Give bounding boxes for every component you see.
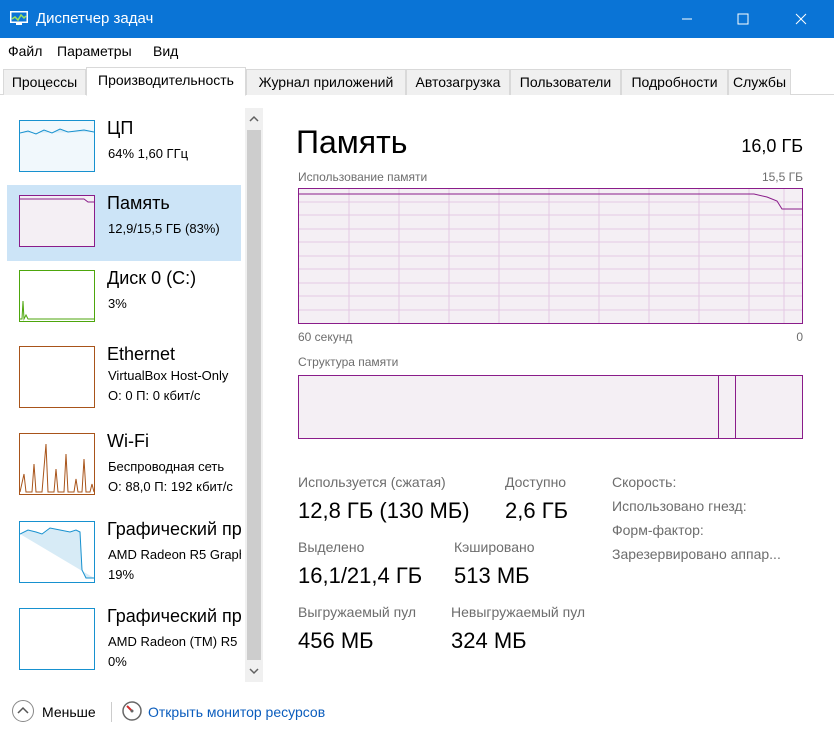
paged-pool-value: 456 МБ bbox=[298, 628, 374, 653]
tab-bar: Процессы Производительность Журнал прило… bbox=[0, 67, 834, 96]
form-factor-label: Форм-фактор: bbox=[612, 522, 704, 538]
wifi-thumbnail-graph bbox=[19, 433, 95, 495]
maximize-icon bbox=[737, 13, 749, 25]
cached-value: 513 МБ bbox=[454, 563, 530, 588]
footer-bar: Меньше Открыть монитор ресурсов bbox=[0, 690, 834, 742]
slots-label: Использовано гнезд: bbox=[612, 498, 747, 514]
committed-label: Выделено bbox=[298, 539, 365, 555]
in-use-value: 12,8 ГБ (130 МБ) bbox=[298, 498, 470, 523]
sidebar-item-memory[interactable]: Память 12,9/15,5 ГБ (83%) bbox=[7, 185, 241, 261]
sidebar-item-title: Память bbox=[107, 193, 170, 213]
memory-composition-bar bbox=[298, 375, 803, 439]
cpu-thumbnail-graph bbox=[19, 120, 95, 172]
scroll-up-button[interactable] bbox=[245, 110, 263, 128]
scrollbar-thumb[interactable] bbox=[247, 130, 261, 660]
tab-users[interactable]: Пользователи bbox=[510, 69, 621, 95]
memory-thumbnail-graph bbox=[19, 195, 95, 247]
tab-performance[interactable]: Производительность bbox=[86, 67, 246, 96]
fewer-details-link[interactable]: Меньше bbox=[42, 704, 96, 720]
menu-view[interactable]: Вид bbox=[153, 43, 178, 59]
hardware-reserved-label: Зарезервировано аппар... bbox=[612, 546, 781, 562]
nonpaged-pool-value: 324 МБ bbox=[451, 628, 527, 653]
sidebar-item-title: Диск 0 (C:) bbox=[107, 268, 197, 288]
page-title: Память bbox=[296, 124, 408, 160]
maximize-button[interactable] bbox=[720, 0, 766, 38]
scroll-down-button[interactable] bbox=[245, 662, 263, 680]
tab-services[interactable]: Службы bbox=[728, 69, 791, 95]
total-memory: 16,0 ГБ bbox=[741, 136, 803, 156]
sidebar-item-title: Ethernet bbox=[107, 344, 176, 364]
graph-time-right: 0 bbox=[796, 330, 803, 344]
cached-label: Кэшировано bbox=[454, 539, 535, 555]
in-use-label: Используется (сжатая) bbox=[298, 474, 446, 490]
sidebar-item-throughput: О: 0 П: 0 кбит/с bbox=[108, 388, 201, 403]
tab-app-history[interactable]: Журнал приложений bbox=[246, 69, 406, 95]
window-title: Диспетчер задач bbox=[36, 10, 154, 27]
sidebar-item-usage: 19% bbox=[108, 567, 135, 582]
sidebar-item-usage: 0% bbox=[108, 654, 127, 669]
paged-pool-label: Выгружаемый пул bbox=[298, 604, 417, 620]
sidebar-item-disk[interactable]: Диск 0 (C:) 3% bbox=[7, 260, 241, 336]
available-value: 2,6 ГБ bbox=[505, 498, 569, 523]
sidebar-item-detail: AMD Radeon (TM) R5 bbox=[108, 634, 238, 649]
sidebar-item-gpu0[interactable]: Графический процессор 0 AMD Radeon R5 Gr… bbox=[7, 511, 241, 595]
gpu0-thumbnail-graph bbox=[19, 521, 95, 583]
sidebar-item-title: ЦП bbox=[107, 118, 134, 138]
usage-graph-label: Использование памяти bbox=[298, 170, 428, 184]
ethernet-thumbnail-graph bbox=[19, 346, 95, 408]
menu-file[interactable]: Файл bbox=[8, 43, 42, 59]
sidebar-scrollbar[interactable] bbox=[245, 108, 263, 682]
sidebar-item-throughput: О: 88,0 П: 192 кбит/с bbox=[108, 479, 233, 494]
menu-bar: Файл Параметры Вид bbox=[0, 38, 834, 64]
menu-options[interactable]: Параметры bbox=[57, 43, 132, 59]
footer-divider bbox=[111, 702, 112, 722]
close-button[interactable] bbox=[778, 0, 824, 38]
committed-value: 16,1/21,4 ГБ bbox=[298, 563, 423, 588]
resource-sidebar: ЦП 64% 1,60 ГГц Память 12,9/15,5 ГБ (83%… bbox=[0, 96, 266, 686]
sidebar-item-title: Графический процессор 1 bbox=[107, 606, 241, 626]
close-icon bbox=[795, 13, 807, 25]
sidebar-item-ethernet[interactable]: Ethernet VirtualBox Host-Only О: 0 П: 0 … bbox=[7, 336, 241, 420]
sidebar-item-detail: 3% bbox=[108, 296, 127, 311]
sidebar-item-detail: AMD Radeon R5 Graphics bbox=[108, 547, 241, 562]
disk-thumbnail-graph bbox=[19, 270, 95, 322]
speed-label: Скорость: bbox=[612, 474, 677, 490]
title-bar: Диспетчер задач bbox=[0, 0, 834, 38]
memory-detail-panel: Память 16,0 ГБ Использование памяти 15,5… bbox=[266, 96, 834, 686]
collapse-button[interactable] bbox=[12, 700, 34, 722]
sidebar-item-detail: Беспроводная сеть bbox=[108, 459, 225, 474]
task-manager-icon bbox=[10, 11, 28, 25]
structure-label: Структура памяти bbox=[298, 355, 399, 369]
resource-monitor-icon bbox=[122, 701, 142, 721]
sidebar-item-gpu1[interactable]: Графический процессор 1 AMD Radeon (TM) … bbox=[7, 598, 241, 682]
tab-startup[interactable]: Автозагрузка bbox=[406, 69, 510, 95]
open-resource-monitor-link[interactable]: Открыть монитор ресурсов bbox=[148, 704, 325, 720]
graph-time-left: 60 секунд bbox=[298, 330, 353, 344]
sidebar-item-wifi[interactable]: Wi-Fi Беспроводная сеть О: 88,0 П: 192 к… bbox=[7, 423, 241, 507]
chevron-up-icon bbox=[17, 706, 29, 714]
chevron-up-icon bbox=[249, 115, 259, 122]
sidebar-item-title: Wi-Fi bbox=[107, 431, 149, 451]
minimize-button[interactable] bbox=[664, 0, 710, 38]
sidebar-item-title: Графический процессор 0 bbox=[107, 519, 241, 539]
sidebar-item-detail: 64% 1,60 ГГц bbox=[108, 146, 189, 161]
sidebar-item-cpu[interactable]: ЦП 64% 1,60 ГГц bbox=[7, 110, 241, 186]
chevron-down-icon bbox=[249, 668, 259, 675]
minimize-icon bbox=[682, 18, 692, 20]
sidebar-item-detail: 12,9/15,5 ГБ (83%) bbox=[108, 221, 220, 236]
tab-processes[interactable]: Процессы bbox=[3, 69, 86, 95]
sidebar-item-detail: VirtualBox Host-Only bbox=[108, 368, 229, 383]
tab-details[interactable]: Подробности bbox=[621, 69, 728, 95]
memory-usage-graph bbox=[298, 188, 803, 324]
usage-graph-max: 15,5 ГБ bbox=[761, 170, 803, 184]
gpu1-thumbnail-graph bbox=[19, 608, 95, 670]
nonpaged-pool-label: Невыгружаемый пул bbox=[451, 604, 586, 620]
available-label: Доступно bbox=[505, 474, 567, 490]
